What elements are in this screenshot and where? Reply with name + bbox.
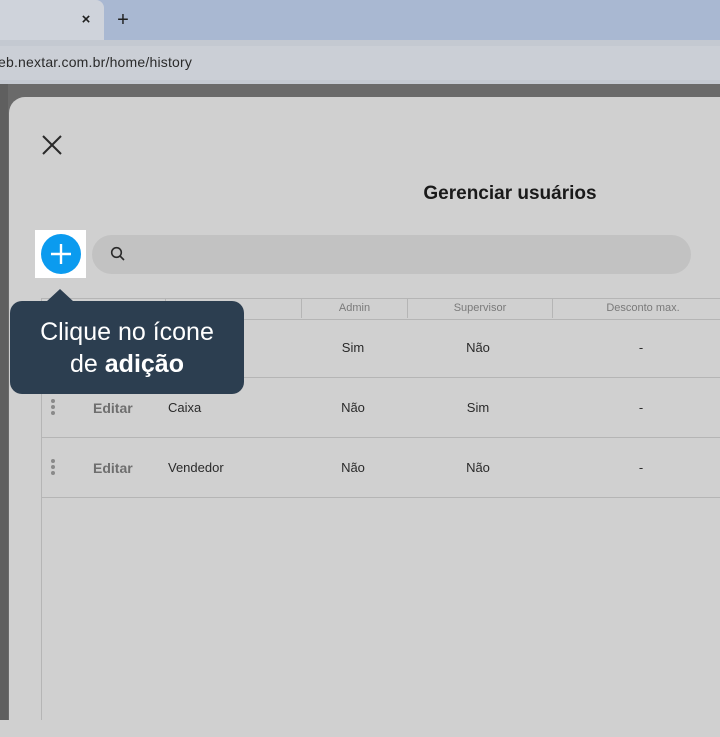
tooltip-text-line2: de adição [10, 348, 244, 380]
plus-icon [51, 244, 71, 264]
search-input[interactable] [136, 240, 680, 270]
row-divider [41, 497, 720, 498]
admin-cell: Sim [341, 340, 365, 355]
browser-tab-bar: × + [0, 0, 720, 40]
tab-close-icon[interactable]: × [76, 10, 96, 30]
supervisor-cell: Não [466, 460, 490, 475]
column-header-discount[interactable]: Desconto max. [553, 298, 720, 318]
user-name-cell: Caixa [168, 400, 202, 415]
admin-cell: Não [341, 460, 365, 475]
tooltip-text-prefix: de [70, 350, 105, 378]
new-tab-button[interactable]: + [112, 8, 134, 32]
url-text: eb.nextar.com.br/home/history [0, 54, 193, 70]
page-title: Gerenciar usuários [423, 183, 597, 204]
discount-cell: - [638, 460, 644, 475]
column-header-admin[interactable]: Admin [302, 298, 407, 318]
row-menu-icon[interactable] [50, 458, 56, 478]
add-user-button[interactable] [41, 234, 81, 274]
url-field[interactable]: eb.nextar.com.br/home/history [0, 46, 720, 80]
edit-button[interactable]: Editar [93, 458, 133, 478]
address-bar: eb.nextar.com.br/home/history [0, 40, 720, 84]
column-header-supervisor[interactable]: Supervisor [408, 298, 552, 318]
edit-button[interactable]: Editar [93, 398, 133, 418]
page-backdrop-edge [0, 84, 8, 720]
supervisor-cell: Não [466, 340, 490, 355]
supervisor-cell: Sim [466, 400, 490, 415]
tooltip-text-line1: Clique no ícone [40, 318, 214, 346]
discount-cell: - [638, 340, 644, 355]
browser-tab[interactable]: × [0, 0, 104, 40]
row-menu-icon[interactable] [50, 398, 56, 418]
discount-cell: - [638, 400, 644, 415]
close-icon[interactable] [40, 133, 64, 157]
tooltip-text-emphasis: adição [104, 350, 184, 378]
search-icon [110, 246, 125, 261]
admin-cell: Não [341, 400, 365, 415]
onboarding-tooltip: Clique no ícone de adição [10, 301, 244, 394]
row-divider [41, 437, 720, 438]
user-name-cell: Vendedor [168, 460, 224, 475]
